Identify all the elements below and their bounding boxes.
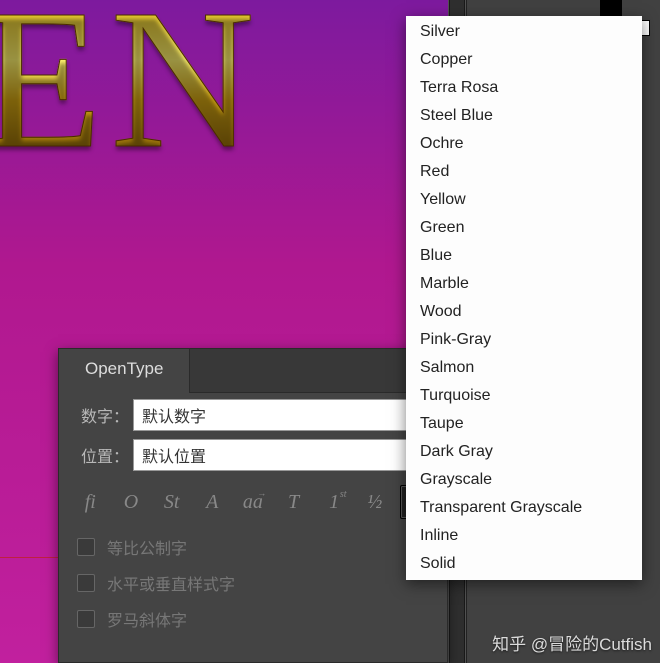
preset-option[interactable]: Grayscale [406,466,642,494]
preset-option[interactable]: Yellow [406,186,642,214]
ordinal-icon[interactable]: 1st [319,485,350,519]
swash-icon[interactable]: O [116,485,147,519]
preset-option[interactable]: Taupe [406,410,642,438]
preset-dropdown-menu[interactable]: SilverCopperTerra RosaSteel BlueOchreRed… [406,16,642,580]
opentype-feature-icons: fi O St A aa→ T 1st ½ a▸ [59,473,447,529]
stylistic-alt-icon[interactable]: St [156,485,187,519]
preset-option[interactable]: Blue [406,242,642,270]
preset-option[interactable]: Marble [406,270,642,298]
checkbox-roman-italic[interactable] [77,610,95,628]
slashed-zero-icon[interactable]: T [278,485,309,519]
preset-option[interactable]: Green [406,214,642,242]
preset-option[interactable]: Ochre [406,130,642,158]
tab-opentype[interactable]: OpenType [59,349,190,393]
preset-option[interactable]: Silver [406,18,642,46]
position-input[interactable] [133,439,431,471]
preset-option[interactable]: Red [406,158,642,186]
checkbox-roman-italic-label: 罗马斜体字 [107,607,187,631]
ligature-icon[interactable]: fi [75,485,106,519]
panel-tabbar: OpenType [59,349,447,393]
checkbox-proportional-label: 等比公制字 [107,535,187,559]
numerals-input[interactable] [133,399,431,431]
preset-option[interactable]: Salmon [406,354,642,382]
preset-option[interactable]: Inline [406,522,642,550]
swatch-black[interactable] [600,0,622,16]
preset-option[interactable]: Pink-Gray [406,326,642,354]
checkbox-hv-style-label: 水平或垂直样式字 [107,571,235,595]
position-label: 位置： [75,443,133,467]
gold-3d-text: TEN [0,0,263,180]
titling-alt-icon[interactable]: A [197,485,228,519]
checkbox-hv-style[interactable] [77,574,95,592]
opentype-panel[interactable]: OpenType 数字： 位置： fi O St A aa→ T 1st ½ a… [58,348,448,663]
preset-option[interactable]: Transparent Grayscale [406,494,642,522]
numerals-label: 数字： [75,403,133,427]
preset-option[interactable]: Dark Gray [406,438,642,466]
smallcaps-icon[interactable]: aa→ [238,485,269,519]
preset-option[interactable]: Copper [406,46,642,74]
preset-option[interactable]: Steel Blue [406,102,642,130]
checkbox-proportional[interactable] [77,538,95,556]
preset-option[interactable]: Solid [406,550,642,578]
watermark-text: 知乎 @冒险的Cutfish [492,630,652,655]
fraction-icon[interactable]: ½ [359,485,390,519]
preset-option[interactable]: Terra Rosa [406,74,642,102]
preset-option[interactable]: Wood [406,298,642,326]
preset-option[interactable]: Turquoise [406,382,642,410]
